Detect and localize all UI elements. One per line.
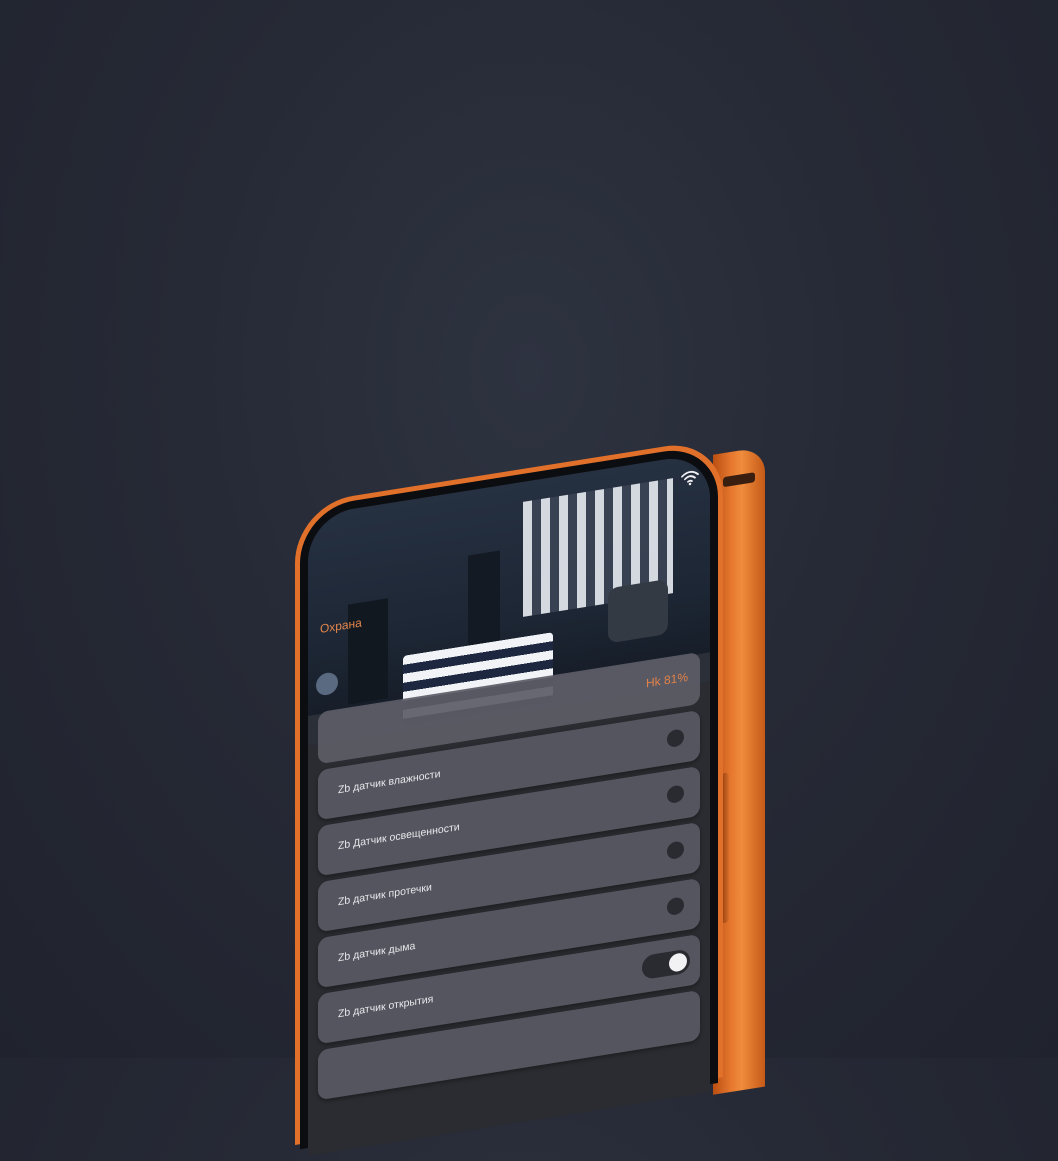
sensor-label: Zb датчик влажности — [338, 767, 441, 797]
phone-screen: Охрана Hk 81% Zb датчик влажности Zb Дат… — [308, 452, 710, 1156]
status-indicator[interactable] — [667, 728, 684, 749]
phone-mockup: Охрана Hk 81% Zb датчик влажности Zb Дат… — [295, 431, 765, 1156]
humidity-value: Hk 81% — [645, 669, 688, 691]
sensor-label: Zb датчик открытия — [338, 993, 434, 1021]
camera-bookcase — [468, 550, 500, 651]
camera-shelf — [348, 598, 388, 705]
sensor-label: Zb датчик протечки — [338, 881, 432, 909]
status-indicator[interactable] — [667, 896, 684, 917]
wifi-icon — [681, 470, 699, 486]
sensor-label: Zb датчик дыма — [338, 939, 416, 965]
camera-chair — [608, 578, 668, 644]
status-indicator[interactable] — [667, 784, 684, 805]
status-indicator[interactable] — [667, 840, 684, 861]
antenna-slot — [723, 472, 755, 488]
sensor-label: Zb Датчик освещенности — [338, 820, 460, 853]
sensor-toggle[interactable] — [642, 948, 690, 981]
